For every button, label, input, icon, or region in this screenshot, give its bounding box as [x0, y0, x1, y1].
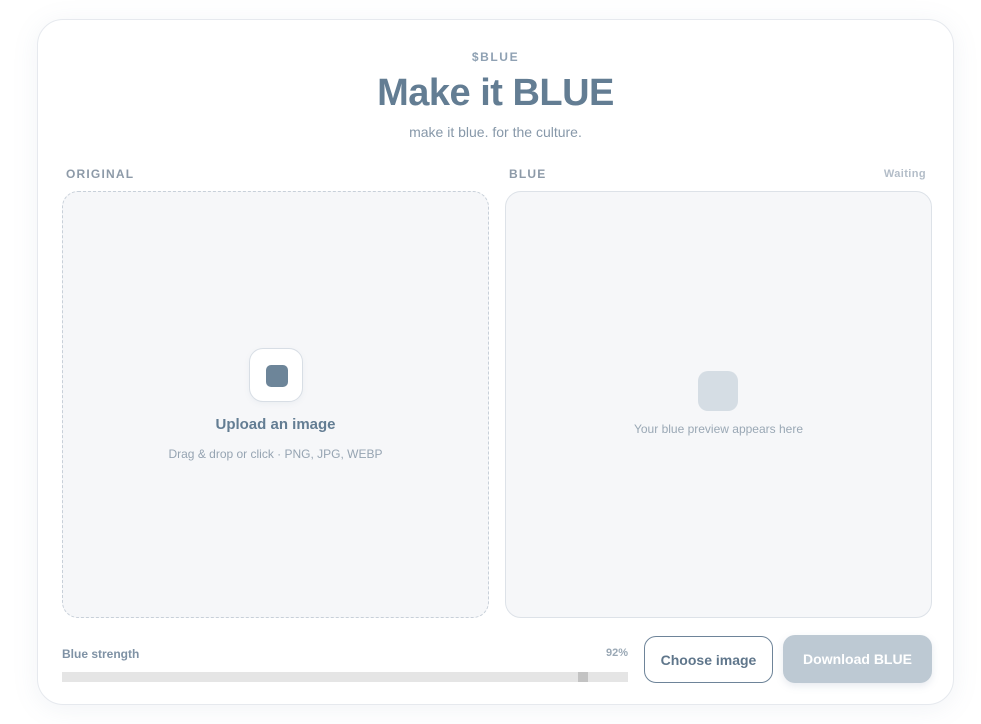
upload-title: Upload an image [215, 416, 336, 433]
upload-dropzone[interactable]: Upload an image Drag & drop or click · P… [62, 191, 489, 618]
blue-strength-label: Blue strength [62, 647, 140, 661]
blue-strength-slider[interactable] [62, 672, 628, 682]
blue-preview-panel: Your blue preview appears here [505, 191, 932, 618]
blue-panel-label: BLUE [509, 167, 547, 181]
page-title: Make it BLUE [377, 72, 614, 114]
status-indicator: Waiting [883, 168, 926, 180]
preview-placeholder-icon [698, 371, 738, 411]
preview-placeholder-text: Your blue preview appears here [633, 422, 803, 436]
main-card: $BLUE Make it BLUE make it blue. for the… [37, 19, 954, 705]
upload-hint: Drag & drop or click · PNG, JPG, WEBP [168, 447, 383, 461]
blue-strength-slider-thumb[interactable] [577, 672, 588, 682]
blue-strength-value: 92% [605, 647, 628, 659]
download-blue-button[interactable]: Download BLUE [783, 635, 932, 683]
original-panel-label: ORIGINAL [66, 167, 135, 181]
choose-image-button[interactable]: Choose image [644, 636, 773, 683]
image-upload-icon [249, 348, 303, 402]
image-upload-icon-glyph [266, 365, 288, 387]
page-subtitle: make it blue. for the culture. [409, 124, 582, 140]
brand-eyebrow: $BLUE [471, 50, 520, 64]
